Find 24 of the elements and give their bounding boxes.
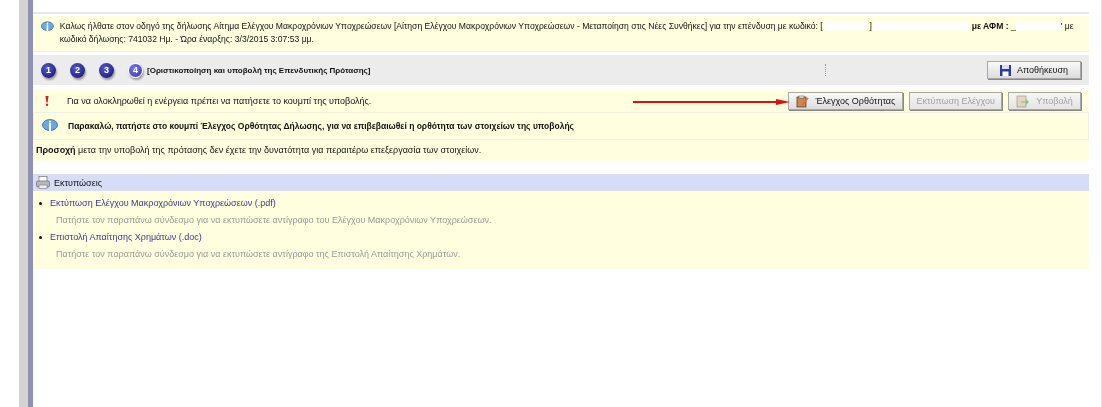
step-button[interactable]: 4 [128, 62, 143, 78]
info-icon [42, 119, 58, 133]
document-link[interactable]: Εκτύπωση Ελέγχου Μακροχρόνιων Υποχρεώσεων (.pdf) [50, 198, 276, 208]
info-icon [41, 20, 54, 34]
step-button[interactable]: 2 [70, 62, 85, 78]
printer-icon [36, 176, 50, 189]
step-title: [Οριστικοποίηση και υποβολή της Επενδυτικής Πρότασης] [147, 65, 371, 75]
clipboard-icon [796, 94, 810, 108]
exclamation-icon [45, 96, 49, 106]
welcome-message: Καλως ήλθατε στον οδηγό της δήλωσης Αίτημα Ελέγχου Μακροχρόνιων Υποχρεώσεων [Αίτηση Ελέγχου Μακροχρόνιων Υποχρεώσεων - Μεταποίηση στις Νέες Συνθήκες] για την επένδυση με κωδικό: [ ] με ΑΦΜ : _ ' με κωδικό δήλωσης: 741032 Ημ. - Ώρα έναρξης: 3/3/2015 3:07:53 μμ. [59, 20, 1075, 46]
info-message: Παρακαλώ, πατήστε στο κουμπί Έλεγχος Ορθότητας Δήλωσης, για να επιβεβαιωθεί η ορθότητα των στοιχείων της υποβολής [68, 121, 575, 131]
bullet-icon [39, 235, 42, 239]
bullet-icon [39, 201, 42, 205]
action-button[interactable]: Έλεγχος Ορθότητας [788, 92, 904, 110]
warning-text: Προσοχή μετα την υποβολή της πρότασης δεν έχετε την δυνατότητα για περαιτέρω επεξεργασία των στοιχείων. [33, 140, 1089, 161]
document-arrow-icon [1016, 94, 1031, 108]
step-button[interactable]: 3 [99, 62, 114, 78]
step-button[interactable]: 1 [41, 62, 56, 78]
link-description: Πατήστε τον παραπάνω σύνδεσμο για να εκτυπώσετε αντίγραφο της Επιστολή Απαίτησης Χρημάτων. [55, 248, 462, 261]
link-description: Πατήστε τον παραπάνω σύνδεσμο για να εκτυπώσετε αντίγραφο του Ελέγχου Μακροχρόνιων Υποχρεώσεων. [55, 214, 493, 227]
notice-text: Για να ολοκληρωθεί η ενέργεια πρέπει να πατήσετε το κουμπί της υποβολής. [67, 96, 372, 106]
save-button[interactable]: Αποθήκευση [987, 61, 1081, 79]
document-link[interactable]: Επιστολή Απαίτησης Χρημάτων (.doc) [50, 232, 202, 242]
section-title: Εκτυπώσεις [54, 177, 102, 188]
